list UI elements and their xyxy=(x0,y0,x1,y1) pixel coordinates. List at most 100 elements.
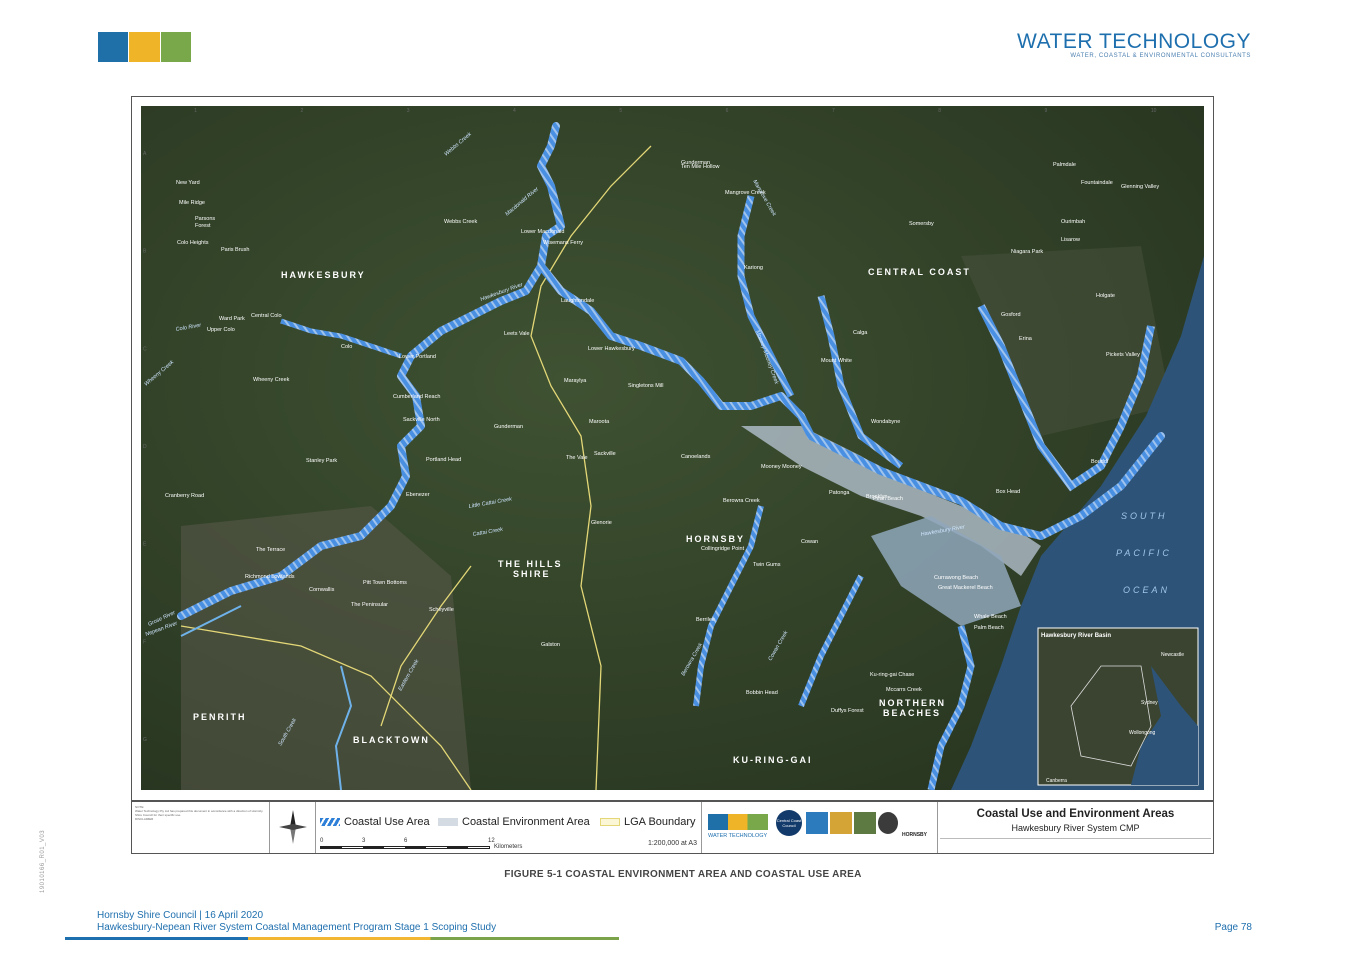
title-block-rows xyxy=(940,838,1211,852)
region-label-ku-ring-gai: KU-RING-GAI xyxy=(733,755,813,765)
town-label: Scheyville xyxy=(429,607,454,613)
ocean-label-pacific: PACIFIC xyxy=(1116,548,1172,558)
scale-tick: 6 xyxy=(404,838,408,844)
region-label-shire: SHIRE xyxy=(513,569,551,579)
town-label: Maroota xyxy=(589,419,610,425)
map-title: Coastal Use and Environment Areas xyxy=(976,808,1175,820)
figure-caption: FIGURE 5-1 COASTAL ENVIRONMENT AREA AND … xyxy=(504,869,862,880)
town-label: Pitt Town Bottoms xyxy=(363,580,407,586)
grid-col-label: 1 xyxy=(194,108,197,114)
brand-title: WATER TECHNOLOGY xyxy=(1017,30,1251,53)
town-label: Colo xyxy=(341,344,352,350)
town-label: Glenning Valley xyxy=(1121,184,1159,190)
town-label: The Terrace xyxy=(256,547,285,553)
map-canvas[interactable]: 1 2 3 4 5 6 7 8 9 10 A B C D E F G HAWKESBURY CENTRAL CO… xyxy=(141,106,1204,790)
town-label: Calga xyxy=(853,330,868,336)
town-label: Palm Beach xyxy=(974,625,1004,631)
region-label-northern: NORTHERN xyxy=(879,698,946,708)
town-label: Upper Colo xyxy=(207,327,235,333)
region-label-the-hills: THE HILLS xyxy=(498,559,563,569)
agency-logo xyxy=(878,812,898,834)
logo-tile-gold xyxy=(129,32,160,62)
grid-col-label: 2 xyxy=(300,108,303,114)
grid-row-label: F xyxy=(143,639,146,645)
town-label: Kariong xyxy=(744,265,763,271)
town-label: The Peninsular xyxy=(351,602,388,608)
grid-row-label: C xyxy=(143,346,147,352)
town-label: Wondabyne xyxy=(871,419,900,425)
town-label: Richmond Lowlands xyxy=(245,574,295,580)
legend-title-block: Coastal Use and Environment Areas Hawkes… xyxy=(938,802,1213,853)
town-label: Bobbin Head xyxy=(746,690,778,696)
town-label: Cornwallis xyxy=(309,587,335,593)
ocean-label-ocean: OCEAN xyxy=(1123,585,1170,595)
town-label: Sackville xyxy=(594,451,616,457)
inset-map[interactable]: Hawkesbury River Basin Newcastle Sydney … xyxy=(1037,627,1199,786)
town-label: Currawong Beach xyxy=(934,575,978,581)
town-label: Cumberland Reach xyxy=(393,394,440,400)
town-label: The Vale xyxy=(566,455,588,461)
town-label: Forest xyxy=(195,223,211,229)
region-label-penrith: PENRITH xyxy=(193,712,247,722)
legend-key-label: LGA Boundary xyxy=(624,816,696,828)
legend-key-label: Coastal Environment Area xyxy=(462,816,590,828)
town-label: Central Colo xyxy=(251,313,282,319)
town-label: Stanley Park xyxy=(306,458,337,464)
water-technology-logo xyxy=(708,814,768,830)
town-label: Mount White xyxy=(821,358,852,364)
legend-key-coastal-env: Coastal Environment Area xyxy=(438,816,590,828)
inset-town-newcastle: Newcastle xyxy=(1161,652,1184,658)
region-label-central-coast: CENTRAL COAST xyxy=(868,267,971,277)
coastal-use-swatch xyxy=(320,818,340,826)
town-label: Ward Park xyxy=(219,316,245,322)
town-label: Ourimbah xyxy=(1061,219,1085,225)
grid-row-label: G xyxy=(143,737,147,743)
legend-keys: Coastal Use Area Coastal Environment Are… xyxy=(316,802,702,853)
town-label: Patonga xyxy=(829,490,850,496)
town-label: Mccarrs Creek xyxy=(886,687,922,693)
town-label: Portland Head xyxy=(426,457,461,463)
town-label: Somersby xyxy=(909,221,934,227)
town-label: Lower Macdonald xyxy=(521,229,564,235)
town-label: Gunderman xyxy=(494,424,523,430)
north-arrow xyxy=(270,802,316,853)
inset-town-wollongong: Wollongong xyxy=(1129,730,1156,736)
town-label: Laughtondale xyxy=(561,298,594,304)
town-label: Cowan xyxy=(801,539,818,545)
town-label: Fountaindale xyxy=(1081,180,1113,186)
town-label: Great Mackerel Beach xyxy=(938,585,993,591)
scale-tick: 0 xyxy=(320,838,324,844)
grid-col-label: 10 xyxy=(1151,108,1157,114)
map-subtitle: Hawkesbury River System CMP xyxy=(1011,823,1140,833)
town-label: Ten Mile Hollow xyxy=(681,164,720,170)
region-label-blacktown: BLACKTOWN xyxy=(353,735,430,745)
footer-color-bar xyxy=(65,937,619,940)
town-label: Pearl Beach xyxy=(873,496,903,502)
central-coast-council-logo: Central Coast Council xyxy=(776,810,802,836)
town-label: Leets Vale xyxy=(504,331,530,337)
grid-row-label: D xyxy=(143,444,147,450)
footer-line-2: Hawkesbury-Nepean River System Coastal M… xyxy=(97,922,497,933)
page-number: Page 78 xyxy=(1214,922,1252,933)
town-label: Box Head xyxy=(996,489,1020,495)
town-label: Canoelands xyxy=(681,454,711,460)
scale-tick: 3 xyxy=(362,838,366,844)
region-label-hornsby: HORNSBY xyxy=(686,534,745,544)
town-label: Lisarow xyxy=(1061,237,1080,243)
scale-bar-graphic xyxy=(320,846,490,849)
agency-logo xyxy=(830,812,852,834)
town-label: Ku-ring-gai Chase xyxy=(870,672,914,678)
legend-strip: NOTE: Water Technology Pty Ltd has prepa… xyxy=(131,801,1214,854)
legend-notes: NOTE: Water Technology Pty Ltd has prepa… xyxy=(132,802,270,853)
notes-text: Water Technology Pty Ltd has prepared th… xyxy=(135,809,263,817)
scale-ratio: 1:200,000 at A3 xyxy=(647,840,697,847)
legend-key-label: Coastal Use Area xyxy=(344,816,430,828)
footer-line-1: Hornsby Shire Council | 16 April 2020 xyxy=(97,910,264,921)
grid-col-label: 7 xyxy=(832,108,835,114)
agency-logo xyxy=(854,812,876,834)
water-technology-logo-tiles xyxy=(98,32,192,62)
legend-key-coastal-use: Coastal Use Area xyxy=(320,816,430,828)
town-label: Maraylya xyxy=(564,378,587,384)
grid-col-label: 5 xyxy=(619,108,622,114)
town-label: Pickets Valley xyxy=(1106,352,1140,358)
